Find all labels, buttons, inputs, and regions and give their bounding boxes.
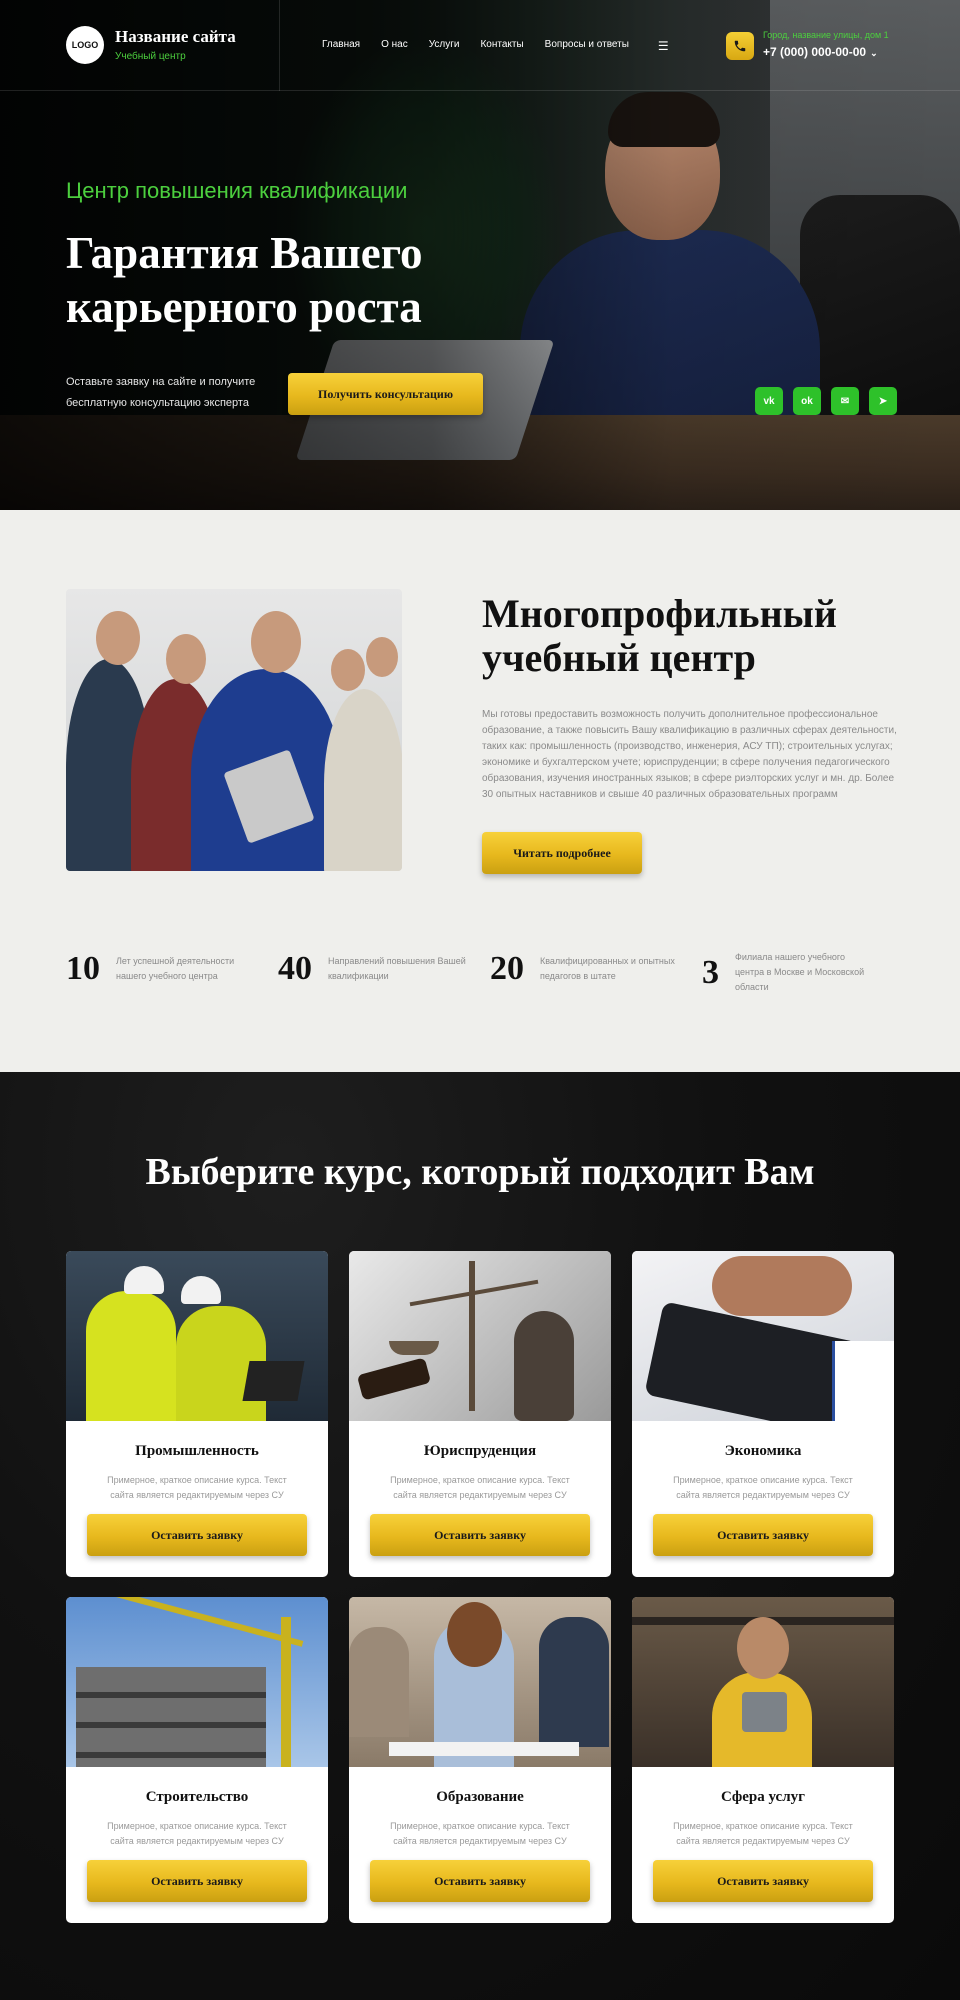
course-card-industry[interactable]: Промышленность Примерное, краткое описан… [66,1251,328,1577]
course-image-economy [632,1251,894,1421]
courses-title: Выберите курс, который подходит Вам [145,1151,815,1193]
telegram-icon[interactable]: ➤ [869,387,897,415]
apply-button[interactable]: Оставить заявку [653,1860,873,1902]
site-subtitle: Учебный центр [115,51,186,62]
course-desc: Примерное, краткое описание курса. Текст… [107,1475,287,1500]
stat-number: 20 [490,950,524,987]
courses-section: Выберите курс, который подходит Вам Пром… [0,1072,960,2000]
nav-item-home[interactable]: Главная [322,39,360,53]
about-title: Многопрофильный учебный центр [482,591,837,680]
apply-button[interactable]: Оставить заявку [370,1514,590,1556]
course-card-education[interactable]: Образование Примерное, краткое описание … [349,1597,611,1923]
about-text: Мы готовы предоставить возможность получ… [482,709,897,800]
nav-item-faq[interactable]: Вопросы и ответы [545,39,629,53]
ok-icon[interactable]: ok [793,387,821,415]
stat-label: Филиала нашего учебного центра в Москве … [735,952,865,992]
course-image-construction [66,1597,328,1767]
apply-button[interactable]: Оставить заявку [87,1514,307,1556]
get-consultation-button[interactable]: Получить консультацию [288,373,483,415]
site-header: LOGO Название сайта Учебный центр Главна… [0,0,960,91]
stat-number: 40 [278,950,312,987]
logo[interactable]: LOGO [66,26,104,64]
course-image-industry [66,1251,328,1421]
phone-icon[interactable] [726,32,754,60]
team-photo [66,589,402,871]
social-links: vk ok ✉ ➤ [755,387,897,415]
header-address: Город, название улицы, дом 1 [763,30,889,40]
vk-icon[interactable]: vk [755,387,783,415]
about-section: Многопрофильный учебный центр Мы готовы … [0,510,960,1072]
course-desc: Примерное, краткое описание курса. Текст… [673,1475,853,1500]
course-card-construction[interactable]: Строительство Примерное, краткое описани… [66,1597,328,1923]
stat-label: Направлений повышения Вашей квалификации [328,956,466,981]
course-title: Образование [436,1789,524,1805]
header-phone[interactable]: +7 (000) 000-00-00 ⌄ [763,45,878,59]
hero-kicker: Центр повышения квалификации [66,178,408,203]
read-more-button[interactable]: Читать подробнее [482,832,642,874]
course-card-services[interactable]: Сфера услуг Примерное, краткое описание … [632,1597,894,1923]
stat-label: Квалифицированных и опытных педагогов в … [540,956,675,981]
logo-block: LOGO Название сайта Учебный центр [0,0,280,91]
course-title: Экономика [724,1443,802,1459]
nav-item-contacts[interactable]: Контакты [480,39,523,53]
mail-icon[interactable]: ✉ [831,387,859,415]
course-image-services [632,1597,894,1767]
stat-number: 3 [702,953,719,991]
course-image-law [349,1251,611,1421]
header-phone-number[interactable]: +7 (000) 000-00-00 [763,45,866,59]
apply-button[interactable]: Оставить заявку [370,1860,590,1902]
apply-button[interactable]: Оставить заявку [653,1514,873,1556]
hero-title: Гарантия Вашего карьерного роста [66,228,423,332]
hero-section: LOGO Название сайта Учебный центр Главна… [0,0,960,510]
stat-item: 40 Направлений повышения Вашей квалифика… [278,950,468,988]
site-name[interactable]: Название сайта [115,27,236,47]
stat-item: 3 Филиала нашего учебного центра в Москв… [702,950,875,995]
course-title: Строительство [145,1789,249,1805]
stat-number: 10 [66,950,100,987]
menu-icon[interactable]: ☰ [658,39,669,53]
course-card-law[interactable]: Юриспруденция Примерное, краткое описани… [349,1251,611,1577]
course-title: Юриспруденция [423,1443,537,1459]
course-desc: Примерное, краткое описание курса. Текст… [390,1821,570,1846]
stat-label: Лет успешной деятельности нашего учебног… [116,956,235,981]
course-desc: Примерное, краткое описание курса. Текст… [390,1475,570,1500]
nav-item-services[interactable]: Услуги [429,39,460,53]
nav-item-about[interactable]: О нас [381,39,408,53]
stat-item: 20 Квалифицированных и опытных педагогов… [490,950,680,988]
stat-item: 10 Лет успешной деятельности нашего учеб… [66,950,256,988]
course-desc: Примерное, краткое описание курса. Текст… [107,1821,287,1846]
course-title: Сфера услуг [721,1789,805,1805]
apply-button[interactable]: Оставить заявку [87,1860,307,1902]
hero-text: Оставьте заявку на сайте и получите бесп… [66,376,256,409]
stats-row: 10 Лет успешной деятельности нашего учеб… [66,950,896,1000]
course-image-education [349,1597,611,1767]
course-desc: Примерное, краткое описание курса. Текст… [673,1821,853,1846]
course-card-economy[interactable]: Экономика Примерное, краткое описание ку… [632,1251,894,1577]
course-title: Промышленность [135,1443,259,1459]
chevron-down-icon[interactable]: ⌄ [870,48,878,58]
main-nav: Главная О нас Услуги Контакты Вопросы и … [322,39,690,53]
